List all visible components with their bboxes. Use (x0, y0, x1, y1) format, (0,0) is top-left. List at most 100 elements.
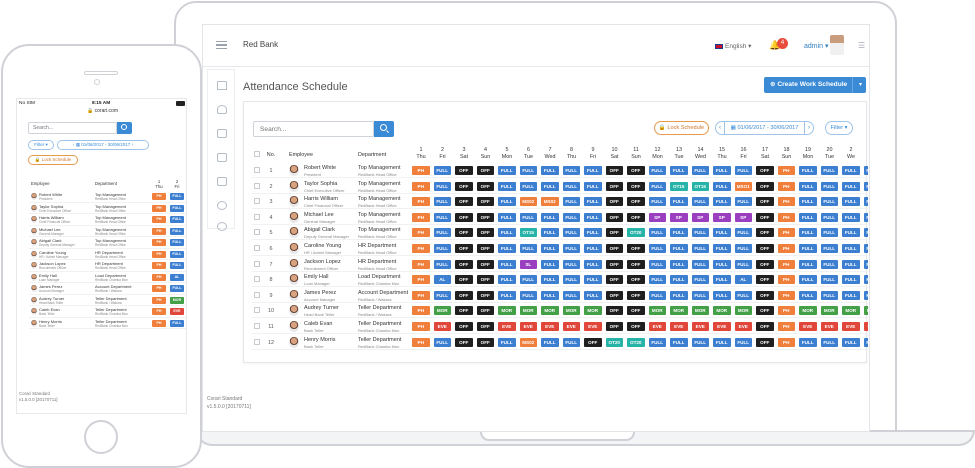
schedule-cell[interactable]: OFF (476, 259, 494, 269)
mobile-schedule-cell[interactable]: EVE (170, 308, 184, 315)
select-all-checkbox[interactable] (254, 151, 260, 157)
row-checkbox[interactable] (254, 338, 260, 345)
schedule-cell[interactable]: OFF (476, 166, 494, 175)
user-menu[interactable]: admin ▾ (804, 42, 829, 50)
schedule-cell[interactable]: OFF (455, 306, 473, 316)
schedule-cell[interactable]: FULL (498, 259, 516, 269)
row-checkbox[interactable] (254, 323, 260, 329)
row-checkbox[interactable] (254, 307, 260, 314)
schedule-cell[interactable]: OFF (756, 290, 774, 300)
schedule-cell[interactable]: OFF (627, 322, 645, 331)
chat-icon[interactable]: ☰ (858, 41, 865, 50)
schedule-cell[interactable]: EVE (584, 322, 602, 331)
mobile-table-row[interactable]: Michael Lee General Manager Top Management… (29, 226, 186, 238)
schedule-cell[interactable]: FULL (584, 181, 602, 191)
schedule-cell[interactable]: FULL (519, 244, 537, 253)
mobile-schedule-cell[interactable]: PH (152, 308, 166, 315)
schedule-cell[interactable]: OFF (605, 212, 623, 222)
schedule-cell[interactable]: MOR (863, 306, 868, 316)
schedule-cell[interactable]: OT20 (627, 228, 645, 238)
row-checkbox[interactable] (254, 229, 260, 236)
schedule-cell[interactable]: FULL (842, 228, 860, 238)
schedule-cell[interactable]: OFF (605, 306, 623, 316)
schedule-cell[interactable]: FULL (498, 166, 516, 175)
schedule-cell[interactable]: FULL (799, 290, 817, 300)
schedule-cell[interactable]: FULL (519, 275, 537, 285)
schedule-cell[interactable]: FULL (541, 275, 559, 285)
schedule-cell[interactable]: MOR (734, 306, 752, 316)
schedule-cell[interactable]: OFF (476, 322, 494, 331)
mobile-schedule-cell[interactable]: PH (152, 204, 166, 212)
schedule-cell[interactable]: FULL (799, 275, 817, 285)
schedule-cell[interactable]: OFF (584, 337, 602, 347)
schedule-cell[interactable]: FULL (734, 259, 752, 269)
schedule-cell[interactable]: FULL (648, 244, 666, 253)
schedule-cell[interactable]: FULL (713, 337, 731, 347)
schedule-cell[interactable]: FULL (433, 166, 451, 175)
schedule-cell[interactable]: FULL (498, 275, 516, 285)
mobile-schedule-cell[interactable]: PH (152, 227, 166, 235)
schedule-cell[interactable]: OFF (455, 275, 473, 285)
employee-name[interactable]: Audrey Turner (304, 305, 339, 311)
schedule-cell[interactable]: OFF (455, 212, 473, 222)
schedule-cell[interactable]: EVE (842, 322, 860, 331)
schedule-cell[interactable]: FULL (820, 290, 838, 300)
schedule-cell[interactable]: OFF (455, 197, 473, 207)
schedule-cell[interactable]: OFF (605, 259, 623, 269)
schedule-cell[interactable]: PH (412, 181, 430, 191)
schedule-cell[interactable]: FULL (713, 244, 731, 253)
mobile-table-row[interactable]: James Perez Account Manager Account Depart… (29, 283, 186, 295)
schedule-cell[interactable]: FULL (734, 197, 752, 207)
schedule-cell[interactable]: OFF (455, 244, 473, 253)
schedule-cell[interactable]: PH (412, 228, 430, 238)
schedule-cell[interactable]: PH (777, 306, 795, 316)
schedule-cell[interactable]: FULL (541, 290, 559, 300)
schedule-cell[interactable]: MOR (842, 306, 860, 316)
row-checkbox[interactable] (254, 198, 260, 205)
schedule-cell[interactable]: FULL (842, 337, 860, 347)
schedule-cell[interactable]: FULL (713, 197, 731, 207)
schedule-cell[interactable]: FULL (648, 166, 666, 175)
schedule-cell[interactable]: FULL (820, 337, 838, 347)
schedule-cell[interactable]: MS02 (541, 197, 559, 207)
schedule-cell[interactable]: FULL (648, 181, 666, 191)
schedule-cell[interactable]: FULL (820, 212, 838, 222)
mobile-schedule-cell[interactable]: PH (152, 285, 166, 292)
schedule-cell[interactable]: MOR (562, 306, 580, 316)
mobile-schedule-cell[interactable]: PH (152, 296, 166, 304)
schedule-cell[interactable]: FULL (670, 244, 688, 253)
schedule-cell[interactable]: FULL (584, 275, 602, 285)
schedule-cell[interactable]: FULL (519, 166, 537, 175)
mobile-schedule-cell[interactable]: FULL (170, 204, 184, 212)
row-checkbox[interactable] (254, 245, 260, 251)
schedule-cell[interactable]: FULL (433, 244, 451, 253)
schedule-cell[interactable]: FULL (799, 259, 817, 269)
schedule-cell[interactable]: FULL (820, 228, 838, 238)
mobile-schedule-cell[interactable]: PH (152, 319, 166, 327)
schedule-cell[interactable]: OT15 (691, 181, 709, 191)
mobile-schedule-cell[interactable]: MOR (170, 296, 184, 304)
schedule-cell[interactable]: OFF (756, 228, 774, 238)
schedule-cell[interactable]: FULL (691, 259, 709, 269)
row-checkbox[interactable] (254, 276, 260, 283)
employee-name[interactable]: Caroline Young (304, 243, 341, 249)
schedule-cell[interactable]: SP (691, 212, 709, 222)
schedule-cell[interactable]: PH (777, 181, 795, 191)
schedule-cell[interactable]: SP (713, 212, 731, 222)
schedule-cell[interactable]: FULL (842, 166, 860, 175)
schedule-cell[interactable]: PH (412, 290, 430, 300)
mobile-table-row[interactable]: Emily Hall Loan Manager Load Department Red… (29, 272, 186, 284)
schedule-cell[interactable]: OFF (455, 259, 473, 269)
schedule-cell[interactable]: FULL (498, 244, 516, 253)
schedule-cell[interactable]: FULL (498, 228, 516, 238)
schedule-cell[interactable]: FULL (713, 290, 731, 300)
schedule-cell[interactable]: PH (412, 259, 430, 269)
schedule-cell[interactable]: FULL (584, 197, 602, 207)
schedule-cell[interactable]: OFF (476, 290, 494, 300)
chevron-down-icon[interactable]: ▾ (859, 77, 862, 93)
schedule-cell[interactable]: PH (412, 275, 430, 285)
schedule-cell[interactable]: OFF (756, 275, 774, 285)
table-row[interactable]: 9 James Perez Account Manager Account Depar… (252, 288, 868, 303)
schedule-cell[interactable]: FULL (584, 259, 602, 269)
schedule-cell[interactable]: FULL (734, 228, 752, 238)
